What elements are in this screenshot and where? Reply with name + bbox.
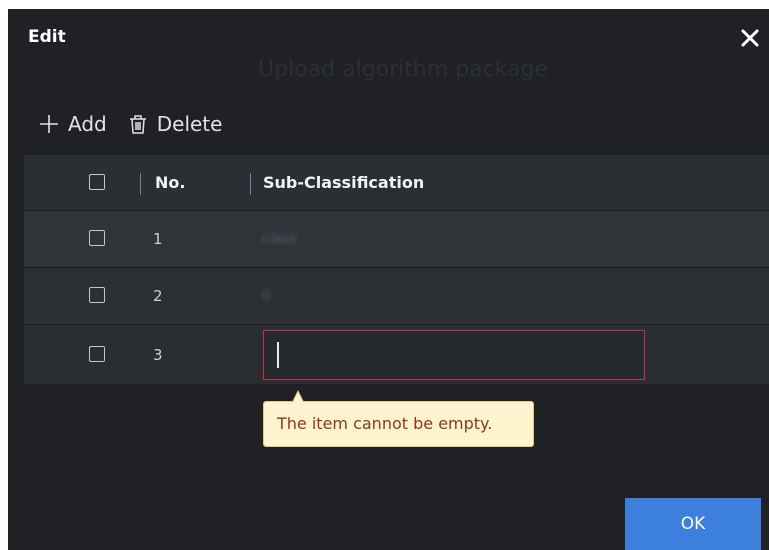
select-all-checkbox[interactable] (89, 173, 105, 190)
sub-classification-table: No. Sub-Classification 1 class 2 0 3 (24, 155, 769, 385)
row-checkbox[interactable] (89, 345, 105, 362)
ok-button[interactable]: OK (625, 498, 761, 550)
sub-classification-value[interactable]: class (262, 211, 297, 268)
add-label: Add (68, 112, 107, 136)
table-row[interactable]: 2 0 (24, 268, 769, 325)
column-header-sub-classification[interactable]: Sub-Classification (263, 155, 424, 211)
column-divider (250, 173, 251, 195)
edit-dialog: Upload algorithm package Edit Add Delete… (8, 9, 769, 550)
column-header-no[interactable]: No. (155, 155, 185, 211)
trash-icon (129, 115, 146, 134)
row-number: 3 (153, 346, 163, 364)
text-caret (277, 342, 279, 368)
row-number: 1 (153, 230, 163, 248)
table-row[interactable]: 1 class (24, 211, 769, 268)
close-icon (741, 29, 759, 47)
row-checkbox[interactable] (89, 287, 105, 303)
row-checkbox[interactable] (89, 230, 105, 246)
row-number: 2 (153, 287, 163, 305)
sub-classification-value[interactable]: 0 (262, 268, 271, 325)
table-row[interactable]: 3 (24, 325, 769, 385)
table-header: No. Sub-Classification (24, 155, 769, 211)
validation-tooltip: The item cannot be empty. (263, 390, 534, 447)
column-divider (140, 173, 141, 195)
delete-label: Delete (156, 112, 223, 136)
sub-classification-input[interactable] (263, 330, 645, 380)
add-button[interactable]: Add (38, 112, 107, 136)
dialog-title: Edit (28, 27, 66, 47)
toolbar: Add Delete (38, 109, 242, 139)
delete-button[interactable]: Delete (127, 112, 223, 136)
plus-icon (40, 115, 58, 133)
background-dialog-title: Upload algorithm package (258, 57, 549, 82)
close-button[interactable] (737, 25, 763, 51)
